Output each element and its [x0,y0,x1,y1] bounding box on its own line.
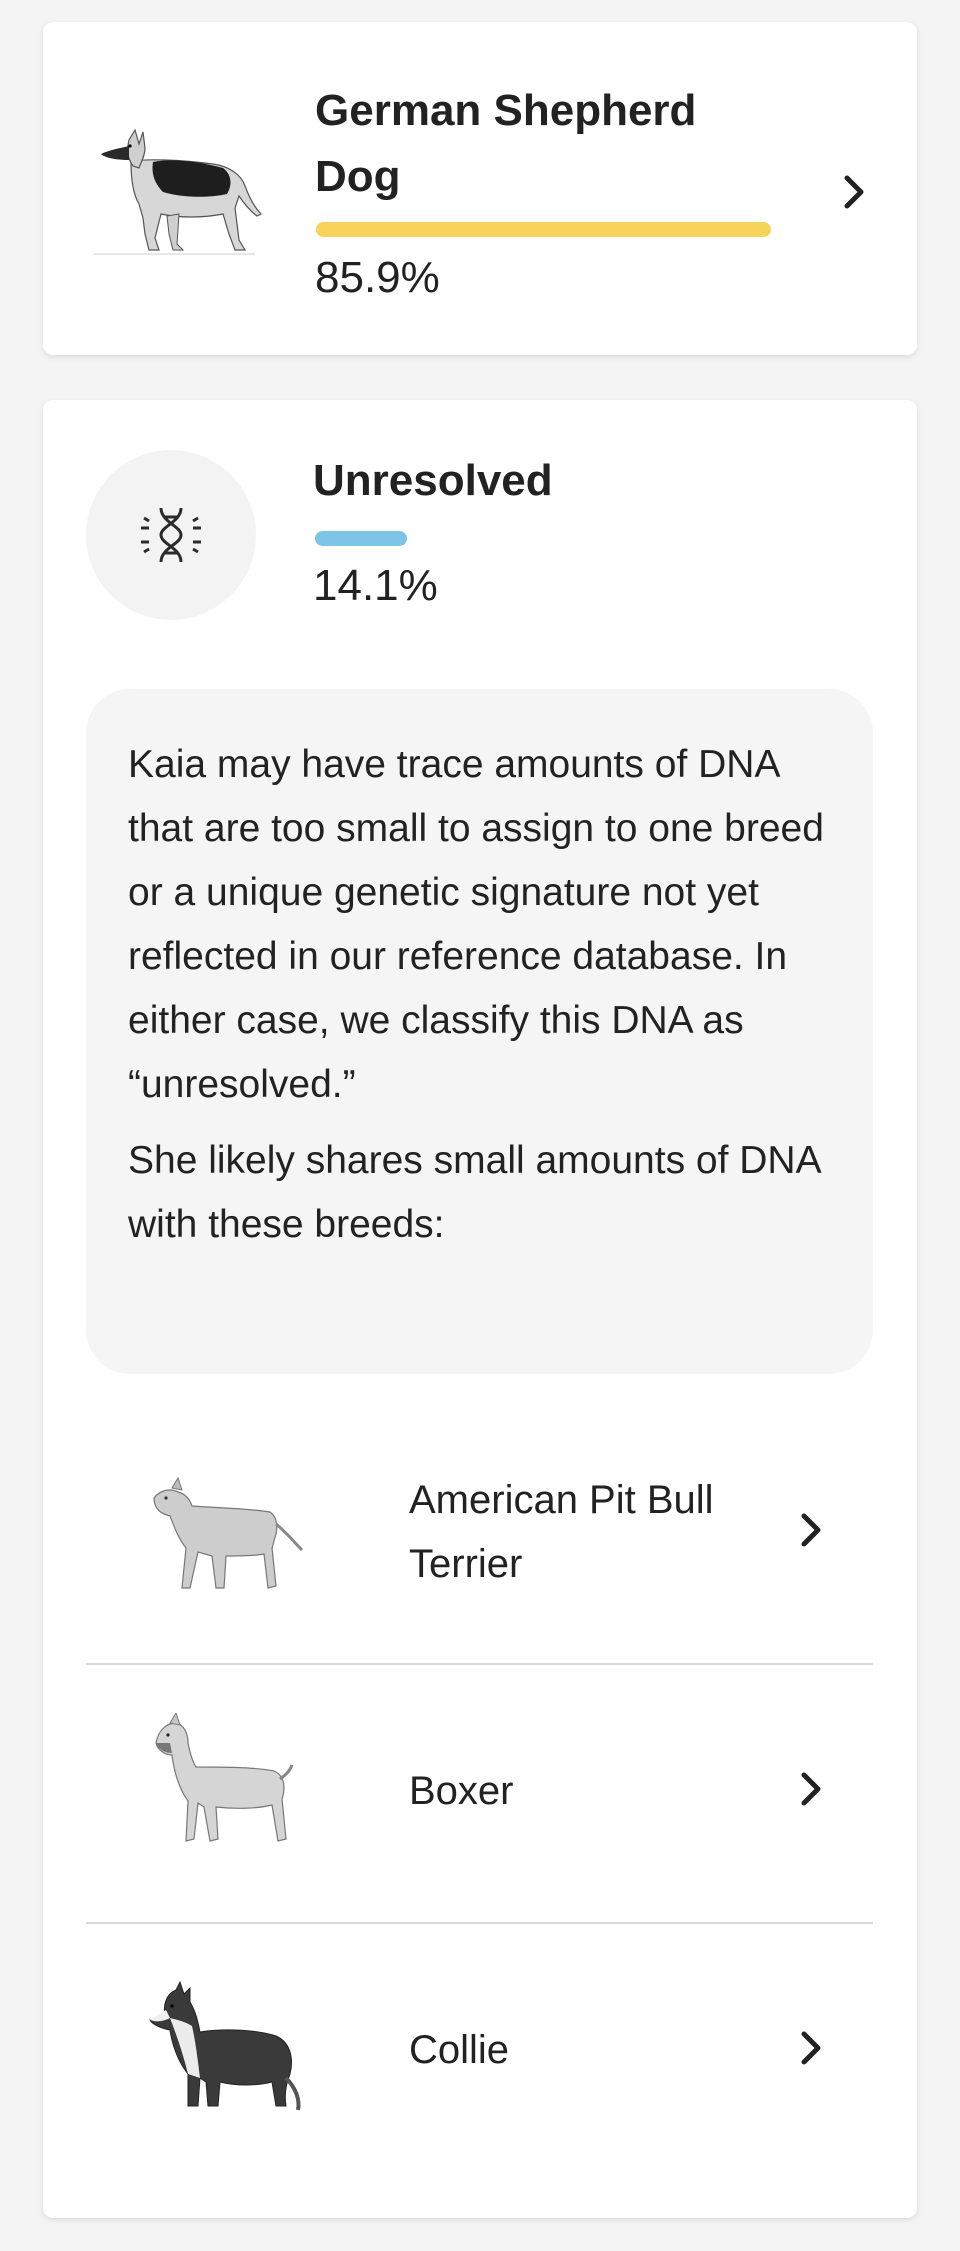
breed-row-name: American Pit Bull Terrier [409,1478,714,1586]
breed-percentage: 85.9% [315,253,440,302]
dna-icon-circle [86,450,256,620]
boxer-illustration [126,1713,306,1853]
collie-illustration [126,1978,306,2118]
unresolved-description: Kaia may have trace amounts of DNA that … [128,743,824,1106]
breed-name: German Shepherd Dog [315,86,697,201]
top-breed-card[interactable]: German Shepherd Dog 85.9% [43,22,917,355]
shares-text: She likely shares small amounts of DNA w… [128,1139,820,1246]
breed-row-american-pit-bull-terrier[interactable]: American Pit Bull Terrier [86,1404,873,1665]
chevron-right-icon[interactable] [792,2028,832,2068]
breed-row-collie[interactable]: Collie [86,1922,873,2181]
breed-percentage-bar [316,222,771,237]
unresolved-title: Unresolved [313,456,553,505]
german-shepherd-illustration [83,122,263,262]
unresolved-percentage-bar [315,531,407,546]
chevron-right-icon[interactable] [835,172,875,212]
unresolved-card: Unresolved 14.1% Kaia may have trace amo… [43,400,917,2218]
breed-row-name: Boxer [409,1769,514,1813]
unresolved-percentage: 14.1% [313,561,438,610]
chevron-right-icon[interactable] [792,1510,832,1550]
breed-row-boxer[interactable]: Boxer [86,1663,873,1924]
unresolved-info-box: Kaia may have trace amounts of DNA that … [86,689,873,1374]
breed-row-name: Collie [409,2028,510,2072]
chevron-right-icon[interactable] [792,1769,832,1809]
pit-bull-illustration [126,1464,306,1604]
